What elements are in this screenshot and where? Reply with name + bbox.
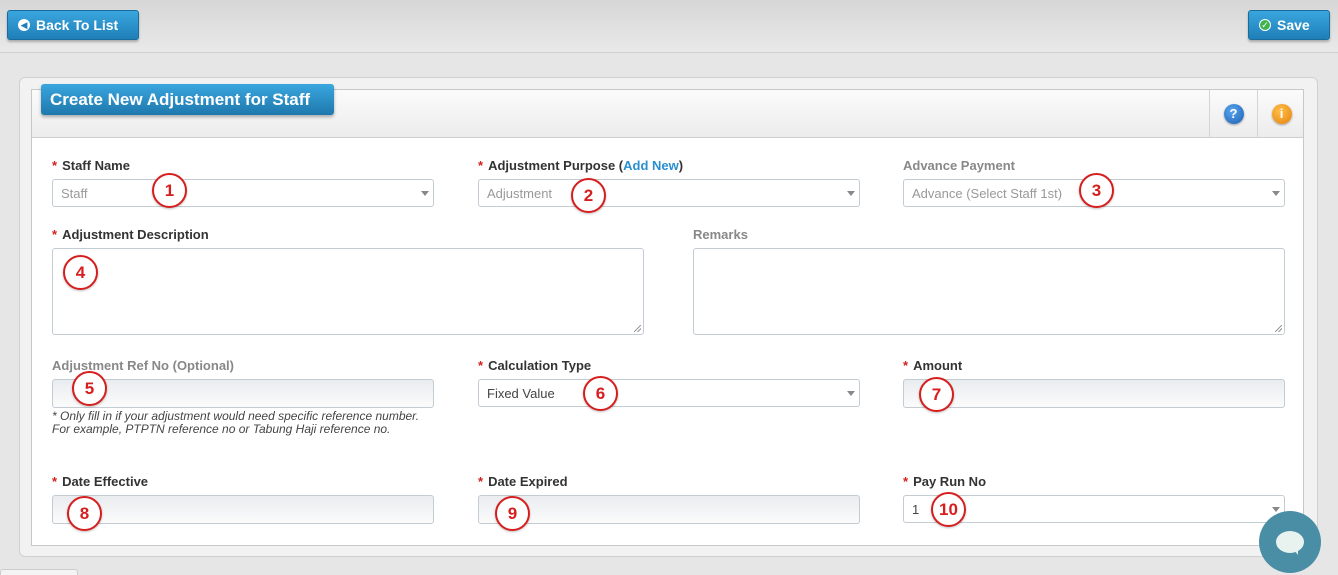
top-toolbar: ◀ Back To List ✓ Save [0, 0, 1338, 53]
chat-widget-button[interactable] [1259, 511, 1321, 573]
help-button[interactable]: ? [1209, 90, 1257, 137]
arrow-left-icon: ◀ [18, 19, 30, 31]
pay-run-no-value: 1 [912, 501, 920, 517]
adjustment-description-label: * Adjustment Description [52, 227, 209, 242]
adjustment-purpose-label: * Adjustment Purpose (Add New) [478, 158, 683, 173]
annotation-badge-5: 5 [72, 371, 107, 406]
pay-run-no-label: * Pay Run No [903, 474, 986, 489]
date-expired-label-text: Date Expired [488, 474, 568, 489]
date-effective-input[interactable] [52, 495, 434, 524]
save-button[interactable]: ✓ Save [1248, 10, 1330, 40]
check-icon: ✓ [1259, 19, 1271, 31]
date-effective-label: * Date Effective [52, 474, 148, 489]
annotation-badge-4: 4 [63, 255, 98, 290]
adjustment-description-label-text: Adjustment Description [62, 227, 209, 242]
calculation-type-select[interactable]: Fixed Value [478, 379, 860, 407]
required-mark: * [903, 474, 909, 489]
back-to-list-button[interactable]: ◀ Back To List [7, 10, 139, 40]
date-expired-label: * Date Expired [478, 474, 568, 489]
chevron-down-icon [1272, 507, 1280, 512]
info-icon: i [1271, 103, 1292, 124]
staff-name-value: Staff [61, 185, 88, 201]
bottom-tab[interactable] [0, 569, 78, 575]
date-effective-label-text: Date Effective [62, 474, 149, 489]
save-label: Save [1277, 17, 1310, 33]
annotation-badge-9: 9 [495, 496, 530, 531]
required-mark: * [52, 227, 58, 242]
adjustment-ref-no-hint: * Only fill in if your adjustment would … [52, 409, 420, 436]
help-icon: ? [1223, 103, 1244, 124]
adjustment-purpose-label-text: Adjustment Purpose ( [488, 158, 624, 173]
amount-label: * Amount [903, 358, 962, 373]
required-mark: * [478, 358, 484, 373]
panel-header: Create New Adjustment for Staff ? i [32, 84, 1305, 138]
annotation-badge-8: 8 [67, 496, 102, 531]
required-mark: * [903, 358, 909, 373]
annotation-badge-1: 1 [152, 173, 187, 208]
staff-name-label: * Staff Name [52, 158, 130, 173]
adjustment-description-textarea[interactable] [52, 248, 644, 335]
amount-label-text: Amount [913, 358, 963, 373]
annotation-badge-6: 6 [583, 376, 618, 411]
date-expired-input[interactable] [478, 495, 860, 524]
staff-name-select[interactable]: Staff [52, 179, 434, 207]
required-mark: * [478, 158, 484, 173]
resize-grip-icon[interactable] [1275, 325, 1282, 332]
resize-grip-icon[interactable] [634, 325, 641, 332]
calculation-type-label: * Calculation Type [478, 358, 591, 373]
pay-run-no-label-text: Pay Run No [913, 474, 987, 489]
chevron-down-icon [421, 191, 429, 196]
required-mark: * [52, 158, 58, 173]
add-new-link[interactable]: Add New [623, 158, 679, 173]
adjustment-ref-no-input[interactable] [52, 379, 434, 408]
staff-name-label-text: Staff Name [62, 158, 130, 173]
adjustment-purpose-value: Adjustment [487, 185, 553, 201]
required-mark: * [52, 474, 58, 489]
chevron-down-icon [1272, 191, 1280, 196]
remarks-label: Remarks [693, 227, 748, 242]
chat-icon [1276, 531, 1304, 555]
required-mark: * [478, 474, 484, 489]
chevron-down-icon [847, 391, 855, 396]
annotation-badge-2: 2 [571, 178, 606, 213]
chevron-down-icon [847, 191, 855, 196]
remarks-textarea[interactable] [693, 248, 1285, 335]
annotation-badge-3: 3 [1079, 173, 1114, 208]
adjustment-ref-no-label: Adjustment Ref No (Optional) [52, 358, 234, 373]
adjustment-purpose-select[interactable]: Adjustment [478, 179, 860, 207]
info-button[interactable]: i [1257, 90, 1305, 137]
amount-input[interactable] [903, 379, 1285, 408]
panel-title: Create New Adjustment for Staff [41, 84, 334, 115]
annotation-badge-10: 10 [931, 492, 966, 527]
calculation-type-value: Fixed Value [487, 385, 555, 401]
advance-payment-label: Advance Payment [903, 158, 1015, 173]
calculation-type-label-text: Calculation Type [488, 358, 592, 373]
adjustment-purpose-label-close: ) [678, 158, 684, 173]
back-to-list-label: Back To List [36, 17, 119, 33]
annotation-badge-7: 7 [919, 377, 954, 412]
advance-payment-value: Advance (Select Staff 1st) [912, 185, 1063, 201]
